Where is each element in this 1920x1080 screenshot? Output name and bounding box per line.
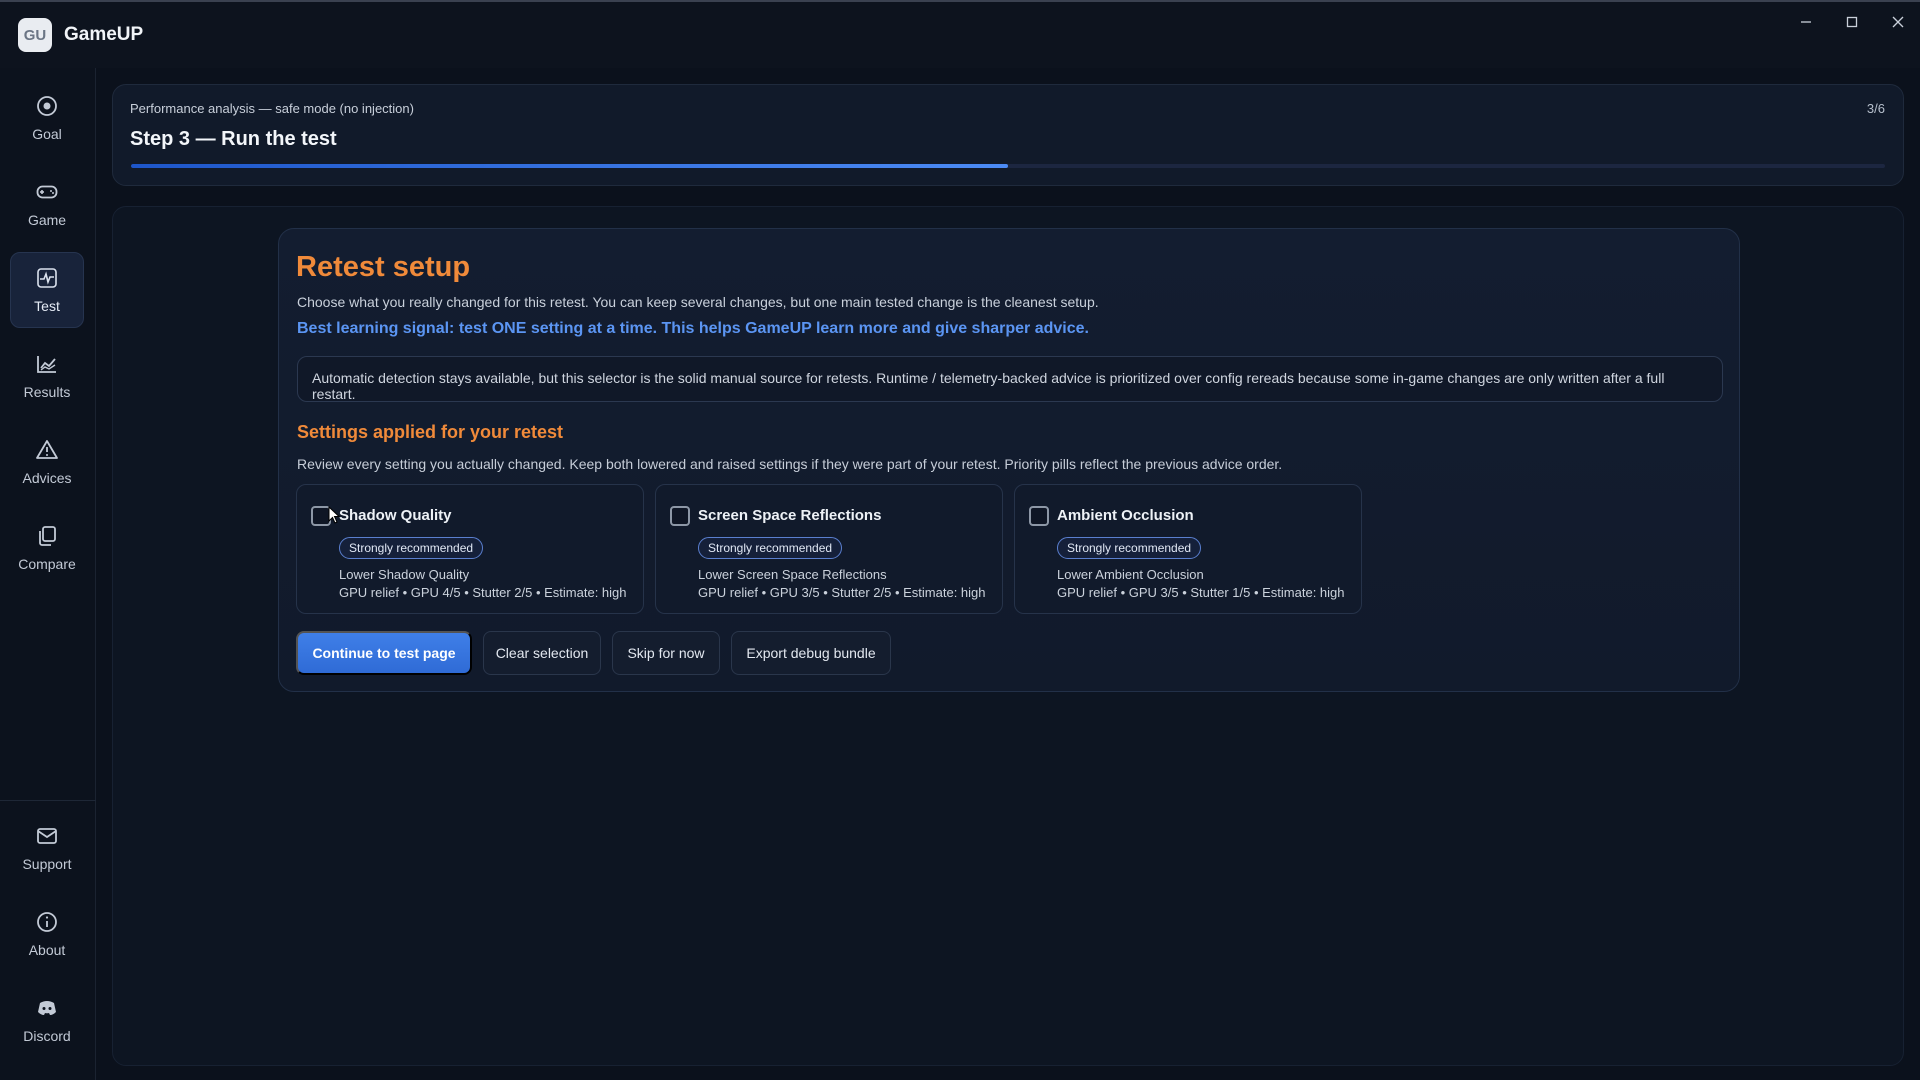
step-progress-fill xyxy=(131,164,1008,168)
warning-icon xyxy=(36,440,58,459)
step-counter: 3/6 xyxy=(1866,101,1885,116)
sidebar-item-label: Game xyxy=(27,212,67,228)
retest-highlight: Best learning signal: test ONE setting a… xyxy=(297,320,1089,337)
sidebar-item-results[interactable]: Results xyxy=(10,338,84,414)
discord-icon xyxy=(38,1001,56,1015)
mail-icon xyxy=(37,828,57,844)
settings-section-description: Review every setting you actually change… xyxy=(297,456,1283,472)
sidebar-item-label: Results xyxy=(23,384,71,400)
settings-section-title: Settings applied for your retest xyxy=(297,422,564,442)
setting-card-ambient-occlusion[interactable]: Ambient Occlusion Strongly recommended L… xyxy=(1014,484,1362,614)
retest-description: Choose what you really changed for this … xyxy=(297,294,1099,310)
info-icon xyxy=(37,912,57,932)
sidebar-item-label: Test xyxy=(34,298,60,314)
sidebar-item-label: Goal xyxy=(32,126,62,142)
close-icon[interactable] xyxy=(1880,10,1916,34)
sidebar-item-game[interactable]: Game xyxy=(10,166,84,242)
sidebar-item-support[interactable]: Support xyxy=(10,810,84,886)
sidebar-item-about[interactable]: About xyxy=(10,896,84,972)
continue-to-test-button[interactable]: Continue to test page xyxy=(296,631,472,675)
sidebar-item-label: About xyxy=(28,942,66,958)
sidebar-divider xyxy=(0,800,96,801)
app-title: GameUP xyxy=(64,24,144,45)
setting-metrics: GPU relief • GPU 3/5 • Stutter 1/5 • Est… xyxy=(1057,585,1345,600)
sidebar-item-label: Compare xyxy=(18,556,76,572)
copy-icon xyxy=(39,526,56,546)
setting-name: Screen Space Reflections xyxy=(698,507,882,524)
sidebar-item-label: Discord xyxy=(23,1028,71,1044)
sidebar-item-discord[interactable]: Discord xyxy=(10,982,84,1058)
setting-card-shadow-quality[interactable]: Shadow Quality Strongly recommended Lowe… xyxy=(296,484,644,614)
setting-name: Shadow Quality xyxy=(339,507,452,524)
maximize-icon[interactable] xyxy=(1834,10,1870,34)
setting-metrics: GPU relief • GPU 4/5 • Stutter 2/5 • Est… xyxy=(339,585,627,600)
setting-metrics: GPU relief • GPU 3/5 • Stutter 2/5 • Est… xyxy=(698,585,986,600)
setting-action: Lower Ambient Occlusion xyxy=(1057,567,1204,582)
sidebar-item-test[interactable]: Test xyxy=(10,252,84,328)
setting-checkbox[interactable] xyxy=(1029,506,1049,526)
step-title: Step 3 — Run the test xyxy=(130,128,337,150)
step-subtitle: Performance analysis — safe mode (no inj… xyxy=(130,101,414,116)
sidebar: Goal Game Test Results Advices Compare S… xyxy=(0,68,96,1080)
priority-pill: Strongly recommended xyxy=(339,537,484,559)
pulse-icon xyxy=(37,268,57,288)
target-icon xyxy=(37,96,57,116)
chart-icon xyxy=(37,356,56,373)
setting-checkbox[interactable] xyxy=(670,506,690,526)
sidebar-item-label: Support xyxy=(22,856,72,872)
retest-info-box: Automatic detection stays available, but… xyxy=(297,356,1723,402)
export-debug-bundle-button[interactable]: Export debug bundle xyxy=(731,631,891,675)
minimize-icon[interactable] xyxy=(1788,10,1824,34)
gamepad-icon xyxy=(36,185,58,199)
setting-name: Ambient Occlusion xyxy=(1057,507,1194,524)
sidebar-item-goal[interactable]: Goal xyxy=(10,80,84,156)
priority-pill: Strongly recommended xyxy=(1057,537,1202,559)
mouse-cursor-icon xyxy=(328,506,340,524)
clear-selection-button[interactable]: Clear selection xyxy=(483,631,601,675)
setting-card-screen-space-reflections[interactable]: Screen Space Reflections Strongly recomm… xyxy=(655,484,1003,614)
setting-action: Lower Screen Space Reflections xyxy=(698,567,887,582)
sidebar-item-advices[interactable]: Advices xyxy=(10,424,84,500)
sidebar-item-label: Advices xyxy=(22,470,72,486)
retest-setup-card: Retest setup Choose what you really chan… xyxy=(278,228,1740,692)
sidebar-item-compare[interactable]: Compare xyxy=(10,510,84,586)
skip-for-now-button[interactable]: Skip for now xyxy=(612,631,720,675)
setting-action: Lower Shadow Quality xyxy=(339,567,470,582)
title-bar: GU GameUP xyxy=(0,0,1920,68)
retest-title: Retest setup xyxy=(296,251,471,283)
step-progress-bar xyxy=(131,164,1885,168)
app-logo: GU xyxy=(18,18,52,52)
priority-pill: Strongly recommended xyxy=(698,537,843,559)
step-header-card: Performance analysis — safe mode (no inj… xyxy=(112,84,1904,186)
